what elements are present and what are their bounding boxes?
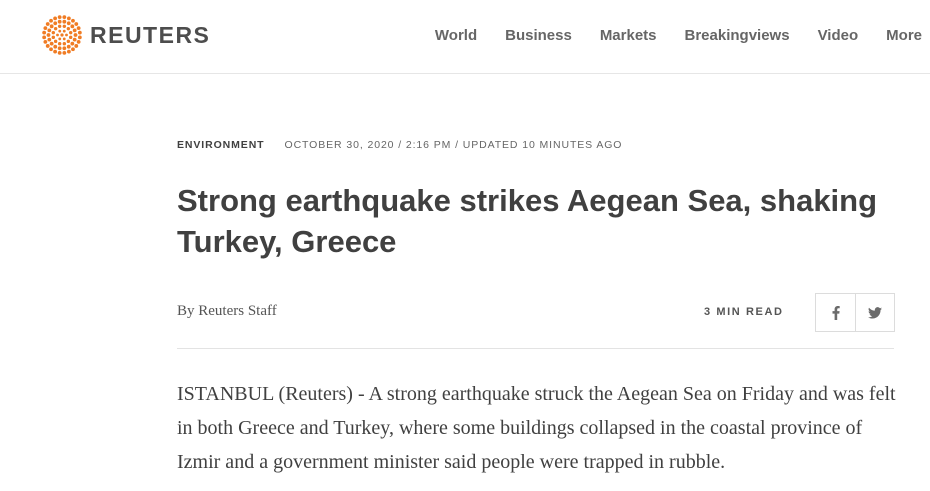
logo-dot <box>49 41 54 46</box>
nav-item-business[interactable]: Business <box>505 27 572 44</box>
logo-dot <box>72 28 77 33</box>
logo-dot <box>71 47 75 52</box>
brand-name: REUTERS <box>90 21 211 48</box>
logo-dot <box>58 29 62 33</box>
logo-dot <box>57 19 62 24</box>
logo-dot <box>62 41 67 46</box>
logo-dot <box>62 15 67 20</box>
logo-dot <box>66 26 71 31</box>
logo-dot <box>62 50 67 55</box>
logo-dot <box>62 24 67 29</box>
share-twitter-button[interactable] <box>855 294 894 331</box>
logo-dot <box>73 33 78 37</box>
facebook-icon <box>832 305 840 320</box>
logo-dot <box>62 37 66 41</box>
logo-dot <box>60 33 64 37</box>
logo-dot <box>51 35 56 40</box>
article-headline: Strong earthquake strikes Aegean Sea, sh… <box>177 183 878 259</box>
logo-dot <box>71 18 75 23</box>
share-buttons <box>815 293 895 332</box>
logo-dot <box>62 46 67 51</box>
logo-dot <box>66 16 71 21</box>
logo-dot <box>46 33 51 37</box>
logo-dot <box>45 44 50 48</box>
article-divider <box>177 348 894 349</box>
logo-dot <box>47 37 52 42</box>
read-time: 3 MIN READ <box>704 306 784 318</box>
logo-dot <box>76 26 81 31</box>
logo-dot <box>66 44 71 49</box>
logo-dot <box>70 24 75 29</box>
logo-dot <box>56 33 59 37</box>
site-header: REUTERS World Business Markets Breakingv… <box>0 0 930 74</box>
logo-dot <box>68 35 73 40</box>
nav-item-world[interactable]: World <box>435 27 477 44</box>
logo-dot <box>51 30 56 35</box>
logo-dot <box>74 44 79 48</box>
logo-dot <box>45 22 50 26</box>
logo-dot <box>43 39 48 44</box>
logo-dot <box>57 15 62 20</box>
logo-dot <box>49 24 54 29</box>
logo-dot <box>66 39 71 44</box>
logo-dot <box>58 37 62 41</box>
logo-dot <box>77 35 82 40</box>
logo-dot <box>57 24 62 29</box>
byline: By Reuters Staff <box>177 303 277 320</box>
logo-dot <box>47 28 52 33</box>
logo-dot <box>57 50 62 55</box>
logo-dot <box>53 44 58 49</box>
logo-dot <box>66 21 71 26</box>
logo-dot <box>74 22 79 26</box>
logo-dot <box>53 39 58 44</box>
article-body-paragraph: ISTANBUL (Reuters) - A strong earthquake… <box>177 383 896 473</box>
section-tag[interactable]: ENVIRONMENT <box>177 139 265 151</box>
nav-item-more[interactable]: More <box>886 27 922 44</box>
logo-dot <box>72 37 77 42</box>
twitter-icon <box>868 306 882 319</box>
reuters-logo[interactable]: REUTERS <box>42 15 210 55</box>
share-facebook-button[interactable] <box>816 294 855 331</box>
logo-dot <box>70 41 75 46</box>
logo-dot <box>77 30 82 35</box>
article-meta: ENVIRONMENT OCTOBER 30, 2020 / 2:16 PM /… <box>177 139 622 151</box>
article-dateline: OCTOBER 30, 2020 / 2:16 PM / UPDATED 10 … <box>284 139 623 151</box>
nav-item-markets[interactable]: Markets <box>600 27 657 44</box>
logo-dot <box>49 18 53 23</box>
logo-dot <box>42 30 47 35</box>
logo-dot <box>57 41 62 46</box>
nav-item-video[interactable]: Video <box>818 27 859 44</box>
nav-item-breakingviews[interactable]: Breakingviews <box>685 27 790 44</box>
logo-dot <box>53 26 58 31</box>
logo-dot <box>68 30 73 35</box>
logo-dot <box>66 49 71 54</box>
logo-dot <box>65 33 68 37</box>
logo-dot <box>53 49 58 54</box>
logo-dot <box>53 21 58 26</box>
logo-dot <box>76 39 81 44</box>
logo-dot <box>53 16 58 21</box>
byline-author[interactable]: Reuters Staff <box>198 303 276 319</box>
logo-dot <box>62 19 67 24</box>
main-nav: World Business Markets Breakingviews Vid… <box>407 27 922 44</box>
logo-dot <box>62 29 66 33</box>
byline-prefix: By <box>177 303 195 319</box>
logo-dot <box>42 35 47 40</box>
logo-dot <box>43 26 48 31</box>
logo-dot <box>49 47 53 52</box>
logo-dot <box>57 46 62 51</box>
reuters-logo-icon <box>42 15 82 55</box>
